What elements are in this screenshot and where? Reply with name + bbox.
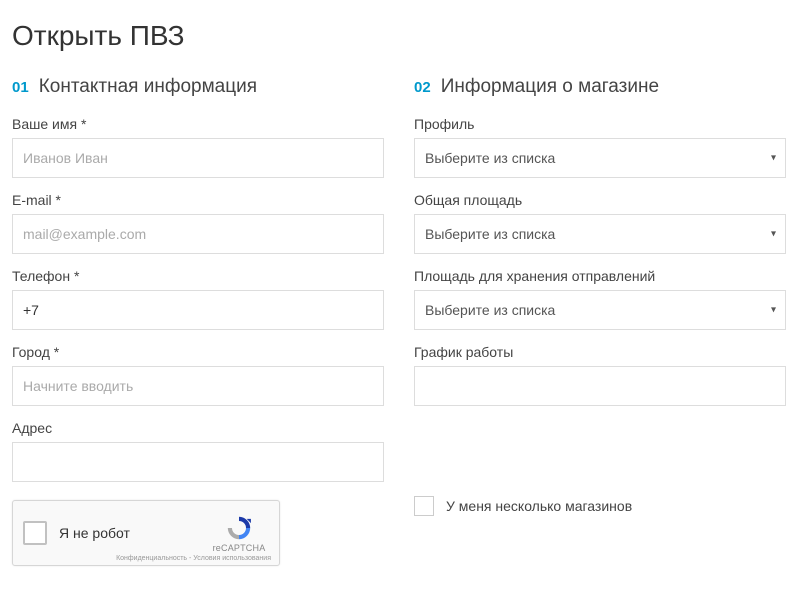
phone-input[interactable] (12, 290, 384, 330)
field-profile: Профиль Выберите из списка (414, 116, 786, 178)
field-label: График работы (414, 344, 786, 360)
field-schedule: График работы (414, 344, 786, 406)
field-label: E-mail * (12, 192, 384, 208)
field-label: Город * (12, 344, 384, 360)
field-label: Ваше имя * (12, 116, 384, 132)
form-columns: 01 Контактная информация Ваше имя * E-ma… (12, 76, 786, 566)
city-input[interactable] (12, 366, 384, 406)
field-name: Ваше имя * (12, 116, 384, 178)
recaptcha-brand: reCAPTCHA (213, 543, 266, 553)
field-phone: Телефон * (12, 268, 384, 330)
multi-store-row: У меня несколько магазинов (414, 496, 786, 516)
recaptcha-widget: Я не робот reCAPTCHA Конфиденциальность … (12, 500, 280, 566)
recaptcha-checkbox[interactable] (23, 521, 47, 545)
field-address: Адрес (12, 420, 384, 482)
field-label: Адрес (12, 420, 384, 436)
recaptcha-terms[interactable]: Конфиденциальность - Условия использован… (116, 555, 271, 562)
page-title: Открыть ПВЗ (12, 20, 786, 52)
recaptcha-branding: reCAPTCHA (209, 514, 269, 553)
recaptcha-icon (225, 514, 253, 542)
section-header-contact: 01 Контактная информация (12, 76, 384, 98)
address-input[interactable] (12, 442, 384, 482)
multi-store-checkbox[interactable] (414, 496, 434, 516)
field-email: E-mail * (12, 192, 384, 254)
section-header-store: 02 Информация о магазине (414, 76, 786, 98)
field-label: Профиль (414, 116, 786, 132)
store-column: 02 Информация о магазине Профиль Выберит… (414, 76, 786, 566)
field-label: Площадь для хранения отправлений (414, 268, 786, 284)
field-area: Общая площадь Выберите из списка (414, 192, 786, 254)
name-input[interactable] (12, 138, 384, 178)
contact-column: 01 Контактная информация Ваше имя * E-ma… (12, 76, 384, 566)
field-storage: Площадь для хранения отправлений Выберит… (414, 268, 786, 330)
storage-select[interactable]: Выберите из списка (414, 290, 786, 330)
schedule-input[interactable] (414, 366, 786, 406)
email-input[interactable] (12, 214, 384, 254)
field-label: Общая площадь (414, 192, 786, 208)
profile-select[interactable]: Выберите из списка (414, 138, 786, 178)
area-select[interactable]: Выберите из списка (414, 214, 786, 254)
section-title: Контактная информация (39, 76, 257, 98)
section-number: 01 (12, 79, 29, 96)
field-city: Город * (12, 344, 384, 406)
field-label: Телефон * (12, 268, 384, 284)
section-title: Информация о магазине (441, 76, 659, 98)
section-number: 02 (414, 79, 431, 96)
multi-store-label: У меня несколько магазинов (446, 498, 632, 514)
recaptcha-label: Я не робот (59, 525, 209, 541)
